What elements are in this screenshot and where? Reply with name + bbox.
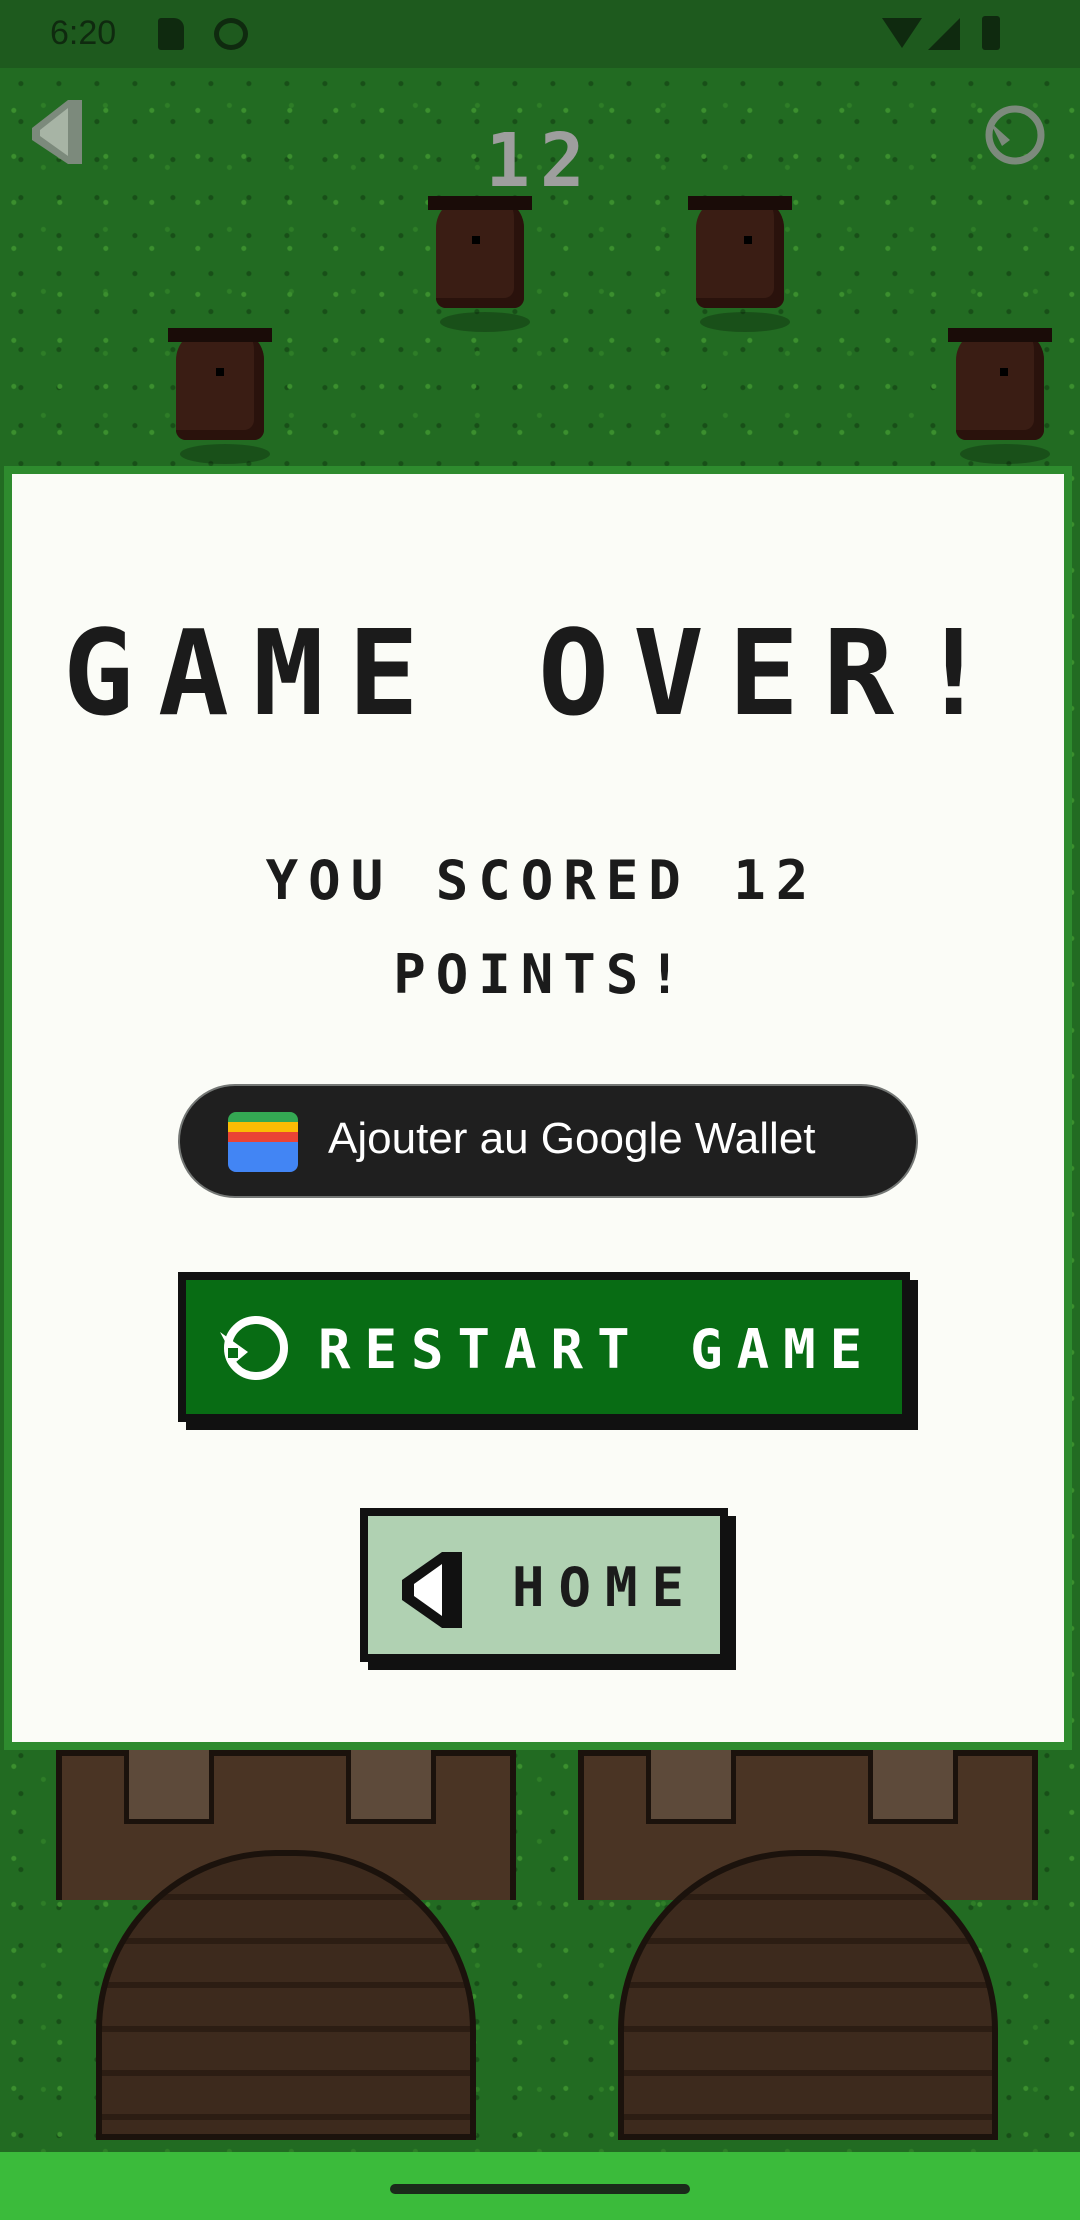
mole[interactable] <box>680 178 800 338</box>
score-message: YOU SCORED 12 POINTS! <box>192 834 892 1022</box>
score-message-line1: YOU SCORED 12 <box>265 849 819 912</box>
mole[interactable] <box>940 310 1060 470</box>
restart-game-button[interactable]: RESTART GAME <box>178 1272 910 1422</box>
restart-icon[interactable] <box>980 100 1050 170</box>
game-over-dialog: GAME OVER! YOU SCORED 12 POINTS! Ajouter… <box>4 466 1072 1750</box>
home-button[interactable]: HOME <box>360 1508 728 1662</box>
back-arrow-icon <box>402 1552 462 1628</box>
restart-button-label: RESTART GAME <box>318 1318 877 1381</box>
android-icon <box>214 18 248 50</box>
mole-house <box>578 1744 1038 2140</box>
signal-icon <box>928 18 960 50</box>
mole[interactable] <box>420 178 540 338</box>
home-button-label: HOME <box>512 1556 699 1619</box>
status-time: 6:20 <box>50 14 117 52</box>
navigation-bar <box>0 2152 1080 2220</box>
wifi-icon <box>882 18 922 48</box>
mole-house <box>56 1744 516 2140</box>
sd-card-icon <box>158 18 184 50</box>
status-bar: 6:20 <box>0 0 1080 68</box>
battery-icon <box>982 16 1000 50</box>
game-over-title: GAME OVER! <box>62 604 1014 742</box>
home-gesture-handle[interactable] <box>390 2184 690 2194</box>
back-icon[interactable] <box>32 100 82 164</box>
score-message-line2: POINTS! <box>393 943 691 1006</box>
add-to-google-wallet-button[interactable]: Ajouter au Google Wallet <box>178 1084 918 1198</box>
wallet-button-label: Ajouter au Google Wallet <box>328 1114 816 1163</box>
mole[interactable] <box>160 310 280 470</box>
google-wallet-icon <box>228 1112 298 1172</box>
restart-icon <box>220 1316 288 1380</box>
